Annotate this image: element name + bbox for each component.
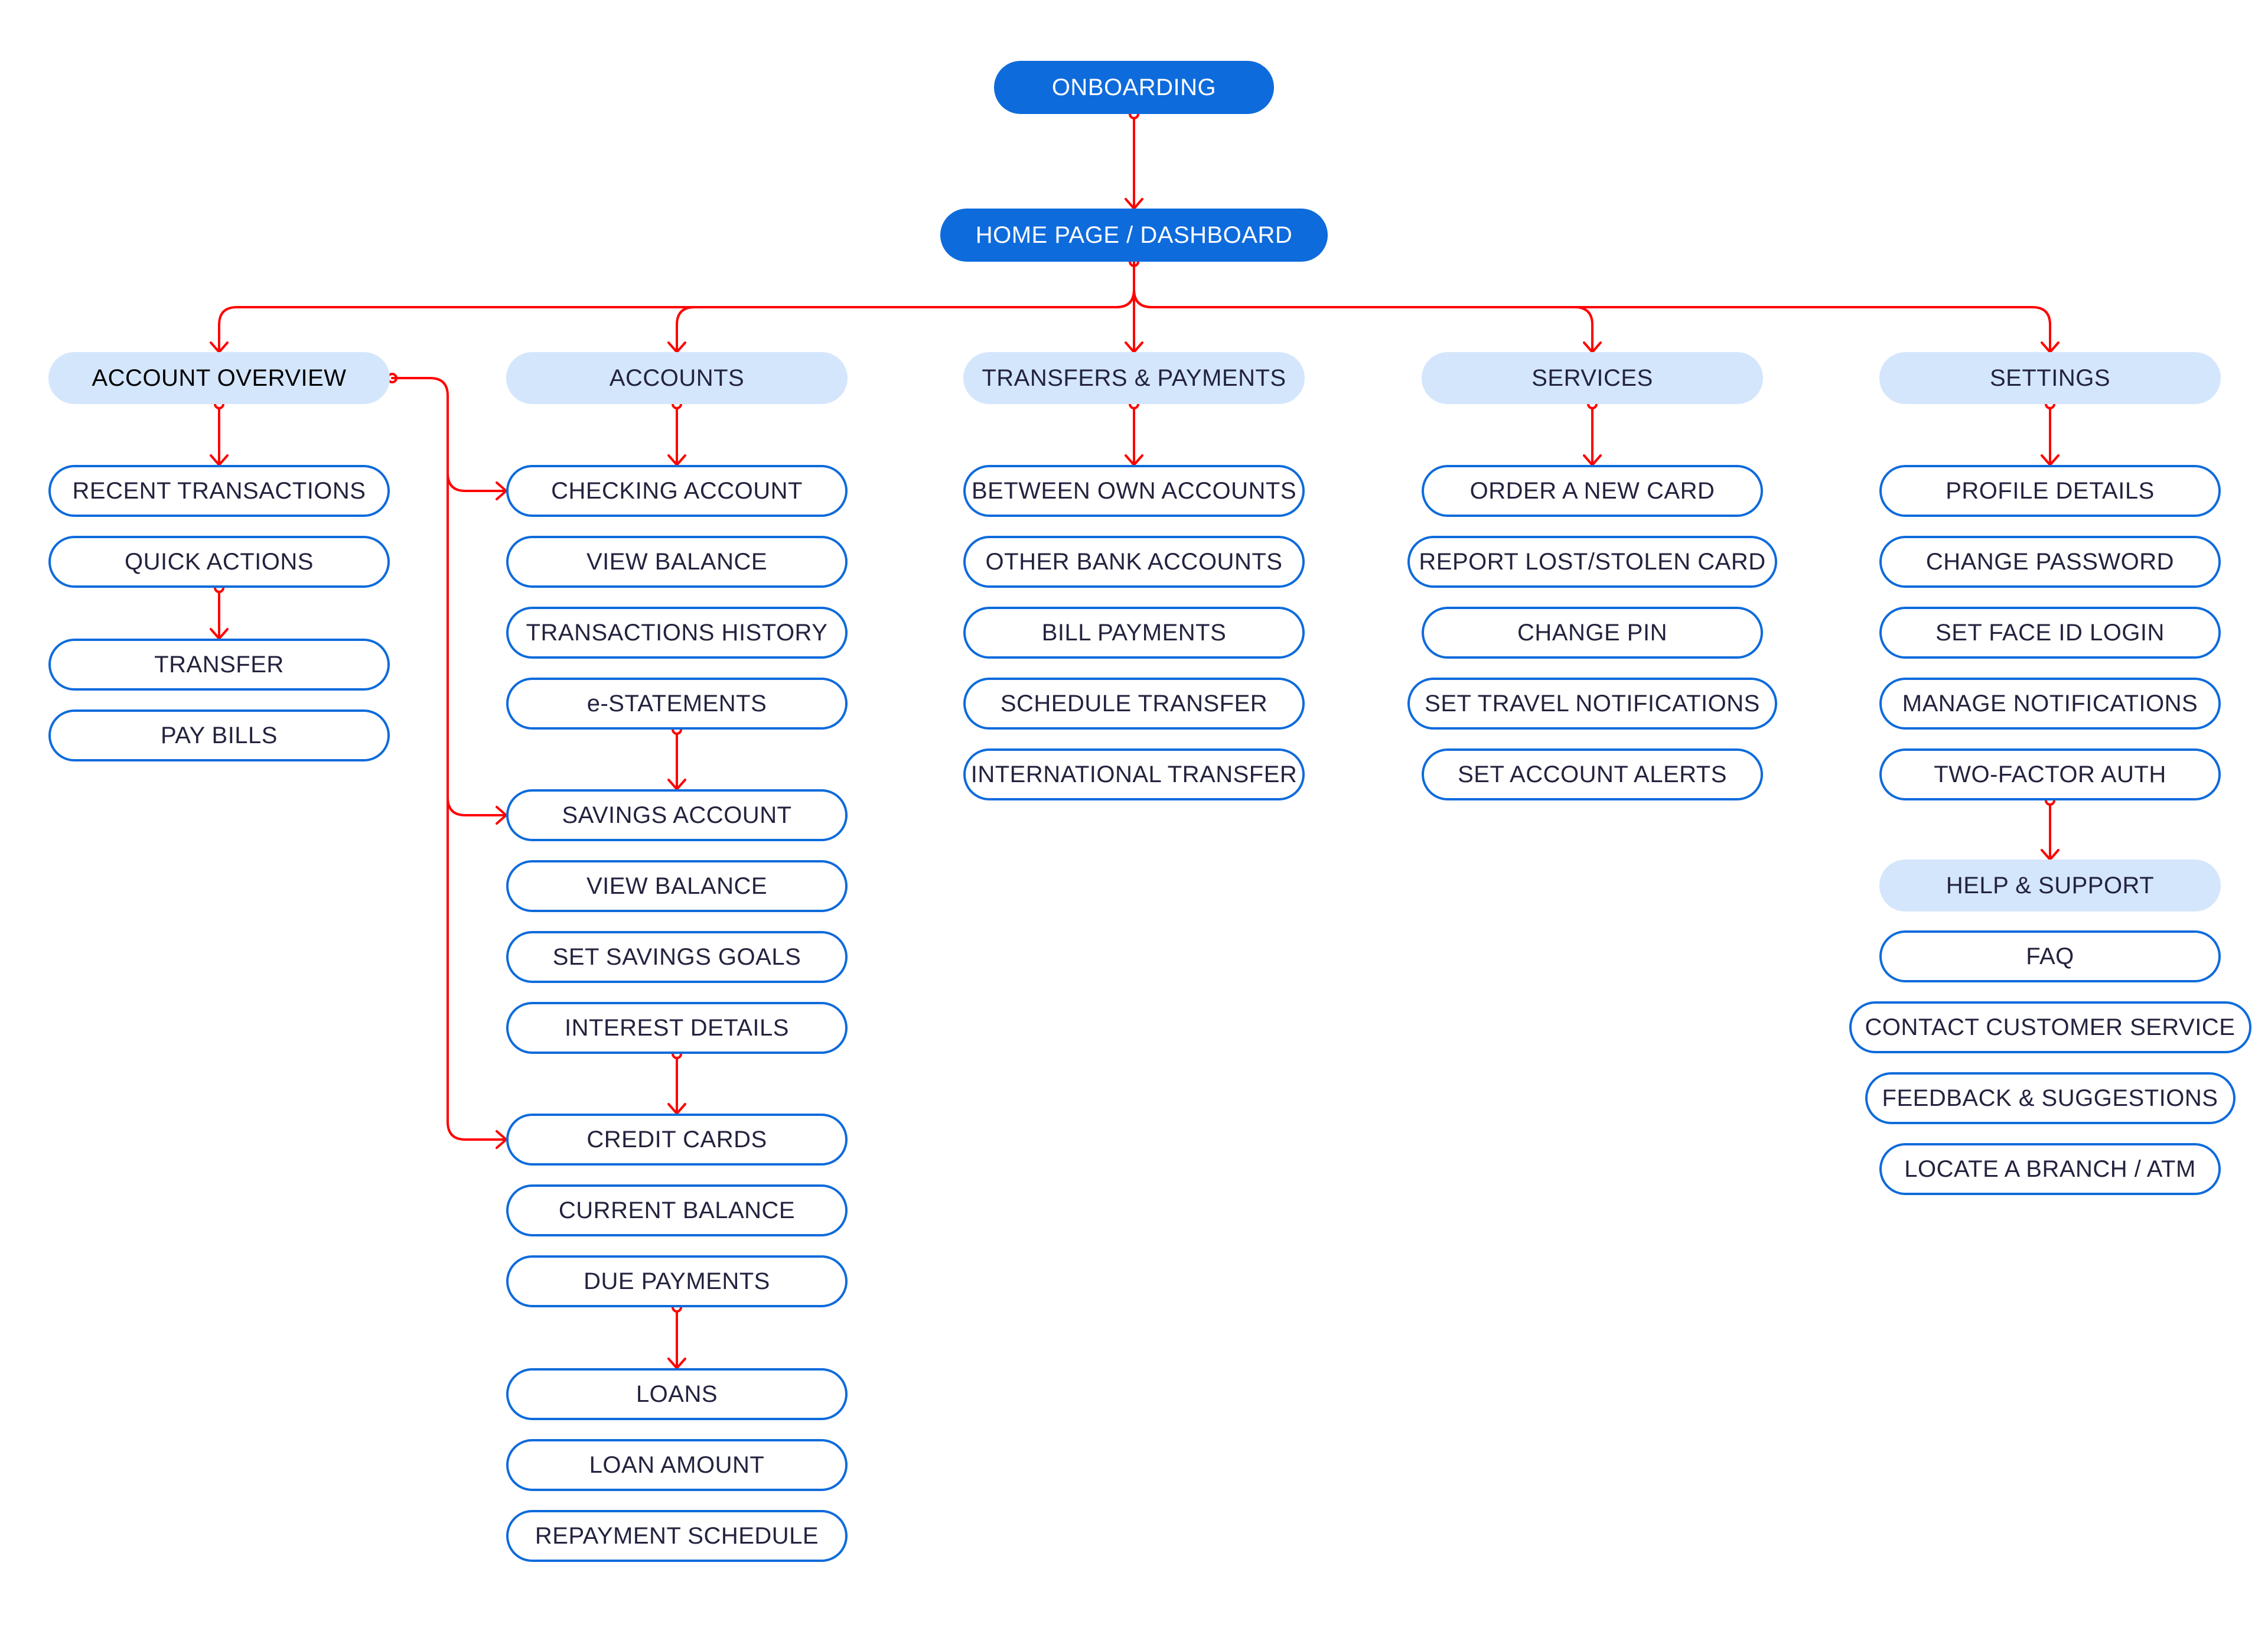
item-two-factor-auth[interactable]: TWO-FACTOR AUTH: [1879, 748, 2221, 800]
item-profile-details[interactable]: PROFILE DETAILS: [1879, 465, 2221, 517]
arrowhead-down-icon: [210, 454, 229, 466]
item-current-balance[interactable]: CURRENT BALANCE: [506, 1184, 848, 1236]
item-bill-payments[interactable]: BILL PAYMENTS: [963, 607, 1305, 659]
home-dashboard-node[interactable]: HOME PAGE / DASHBOARD: [940, 209, 1328, 262]
category-services[interactable]: SERVICES: [1422, 352, 1763, 404]
item-locate-branch-atm[interactable]: LOCATE A BRANCH / ATM: [1879, 1143, 2221, 1195]
item-pay-bills[interactable]: PAY BILLS: [48, 709, 390, 761]
item-transactions-history[interactable]: TRANSACTIONS HISTORY: [506, 607, 848, 659]
item-transfer[interactable]: TRANSFER: [48, 639, 390, 691]
arrowhead-down-icon: [1125, 198, 1143, 210]
item-due-payments[interactable]: DUE PAYMENTS: [506, 1255, 848, 1307]
item-set-travel-notifications[interactable]: SET TRAVEL NOTIFICATIONS: [1407, 678, 1777, 730]
item-change-password[interactable]: CHANGE PASSWORD: [1879, 536, 2221, 588]
arrowhead-down-icon: [2041, 454, 2060, 466]
connector-side-branch: [447, 1121, 507, 1141]
item-interest-details[interactable]: INTEREST DETAILS: [506, 1002, 848, 1054]
item-set-savings-goals[interactable]: SET SAVINGS GOALS: [506, 931, 848, 983]
item-between-own-accounts[interactable]: BETWEEN OWN ACCOUNTS: [963, 465, 1305, 517]
arrowhead-right-icon: [496, 481, 507, 500]
category-settings[interactable]: SETTINGS: [1879, 352, 2221, 404]
arrowhead-down-icon: [667, 341, 686, 353]
arrowhead-down-icon: [1583, 341, 1602, 353]
item-loan-amount[interactable]: LOAN AMOUNT: [506, 1439, 848, 1491]
arrowhead-down-icon: [1125, 341, 1143, 353]
arrowhead-down-icon: [210, 341, 229, 353]
connector-branch: [676, 288, 1135, 353]
item-international-transfer[interactable]: INTERNATIONAL TRANSFER: [963, 748, 1305, 800]
item-contact-customer-service[interactable]: CONTACT CUSTOMER SERVICE: [1849, 1001, 2251, 1053]
item-order-new-card[interactable]: ORDER A NEW CARD: [1422, 465, 1763, 517]
arrowhead-down-icon: [667, 779, 686, 790]
arrowhead-down-icon: [667, 454, 686, 466]
item-loans[interactable]: LOANS: [506, 1368, 848, 1420]
item-quick-actions[interactable]: QUICK ACTIONS: [48, 536, 390, 588]
arrowhead-down-icon: [667, 1358, 686, 1369]
arrowhead-down-icon: [210, 628, 229, 640]
connector-branch: [1133, 288, 1594, 353]
category-help-support[interactable]: HELP & SUPPORT: [1879, 860, 2221, 912]
item-set-account-alerts[interactable]: SET ACCOUNT ALERTS: [1422, 748, 1763, 800]
arrowhead-down-icon: [667, 1103, 686, 1115]
item-credit-cards[interactable]: CREDIT CARDS: [506, 1114, 848, 1166]
item-savings-view-balance[interactable]: VIEW BALANCE: [506, 860, 848, 912]
item-checking-account[interactable]: CHECKING ACCOUNT: [506, 465, 848, 517]
connector-branch: [1133, 288, 2051, 353]
connector-side-branch: [447, 796, 507, 816]
item-set-face-id-login[interactable]: SET FACE ID LOGIN: [1879, 607, 2221, 659]
item-checking-view-balance[interactable]: VIEW BALANCE: [506, 536, 848, 588]
category-transfers-payments[interactable]: TRANSFERS & PAYMENTS: [963, 352, 1305, 404]
item-repayment-schedule[interactable]: REPAYMENT SCHEDULE: [506, 1510, 848, 1562]
arrowhead-right-icon: [496, 1130, 507, 1149]
item-faq[interactable]: FAQ: [1879, 930, 2221, 982]
connector-side-branch: [447, 472, 507, 492]
connector-side-trunk: [391, 377, 449, 1123]
item-e-statements[interactable]: e-STATEMENTS: [506, 678, 848, 730]
onboarding-node[interactable]: ONBOARDING: [994, 61, 1274, 114]
item-report-lost-stolen-card[interactable]: REPORT LOST/STOLEN CARD: [1407, 536, 1777, 588]
category-accounts[interactable]: ACCOUNTS: [506, 352, 848, 404]
item-manage-notifications[interactable]: MANAGE NOTIFICATIONS: [1879, 678, 2221, 730]
arrowhead-down-icon: [1125, 454, 1143, 466]
item-savings-account[interactable]: SAVINGS ACCOUNT: [506, 789, 848, 841]
item-other-bank-accounts[interactable]: OTHER BANK ACCOUNTS: [963, 536, 1305, 588]
arrowhead-down-icon: [2041, 849, 2060, 861]
arrowhead-down-icon: [1583, 454, 1602, 466]
item-change-pin[interactable]: CHANGE PIN: [1422, 607, 1763, 659]
item-schedule-transfer[interactable]: SCHEDULE TRANSFER: [963, 678, 1305, 730]
arrowhead-down-icon: [2041, 341, 2060, 353]
item-feedback-suggestions[interactable]: FEEDBACK & SUGGESTIONS: [1865, 1072, 2236, 1124]
item-recent-transactions[interactable]: RECENT TRANSACTIONS: [48, 465, 390, 517]
arrowhead-right-icon: [496, 806, 507, 825]
category-account-overview[interactable]: ACCOUNT OVERVIEW: [48, 352, 390, 404]
connector-branch: [218, 288, 1135, 353]
